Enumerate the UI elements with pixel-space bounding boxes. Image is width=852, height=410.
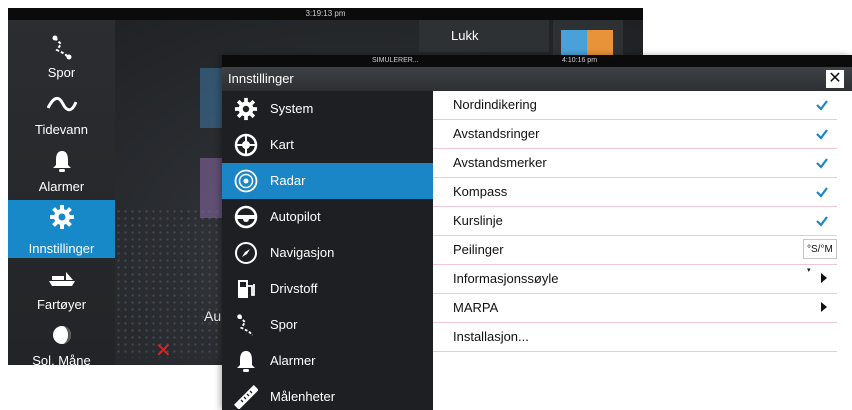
setting-label: Peilinger	[453, 242, 504, 257]
setting-label: Avstandsmerker	[453, 155, 547, 170]
setting-row-peilinger[interactable]: Peilinger °S/°M ▾	[433, 236, 837, 274]
tide-icon	[8, 91, 115, 117]
close-icon[interactable]: ✕	[826, 70, 844, 88]
close-x-icon[interactable]: ✕	[155, 338, 172, 363]
dialog-status-bar: SIMULERER... 4:10:16 pm	[222, 55, 852, 67]
menu-item-label: Navigasjon	[270, 245, 335, 260]
track-icon	[234, 313, 258, 337]
sidebar-item-fartoyer[interactable]: Fartøyer	[8, 262, 115, 314]
sidebar-item-tidevann[interactable]: Tidevann	[8, 87, 115, 139]
sidebar-item-label: Spor	[47, 65, 76, 80]
background-close-label: Lukk	[451, 28, 479, 43]
dialog-title-bar: Innstillinger ✕	[222, 67, 852, 91]
menu-item-kart[interactable]: Kart	[222, 127, 433, 163]
setting-label: Avstandsringer	[453, 126, 540, 141]
bell-icon	[8, 148, 115, 174]
menu-item-autopilot[interactable]: Autopilot	[222, 199, 433, 235]
submenu-arrow-icon	[821, 302, 827, 312]
setting-row-nordindikering[interactable]: Nordindikering	[433, 91, 837, 120]
checkbox-checked-icon[interactable]	[815, 156, 829, 170]
menu-item-label: Radar	[270, 173, 306, 188]
menu-item-label: Drivstoff	[270, 281, 318, 296]
submenu-arrow-icon	[821, 273, 827, 283]
menu-item-drivstoff[interactable]: Drivstoff	[222, 271, 433, 307]
sidebar-item-sol-mane[interactable]: Sol, Måne	[8, 318, 115, 365]
menu-item-system[interactable]: System	[222, 91, 433, 127]
setting-row-kompass[interactable]: Kompass	[433, 178, 837, 207]
menu-item-navigasjon[interactable]: Navigasjon	[222, 235, 433, 271]
background-partial-label: Au	[204, 308, 222, 324]
checkbox-checked-icon[interactable]	[815, 185, 829, 199]
gear-icon	[8, 204, 115, 230]
menu-item-malenheter[interactable]: Målenheter	[222, 379, 433, 410]
bearing-unit-select[interactable]: °S/°M ▾	[803, 239, 837, 274]
setting-label: Informasjonssøyle	[453, 271, 559, 286]
sun-moon-icon	[8, 322, 115, 348]
menu-item-label: Målenheter	[270, 389, 336, 404]
setting-row-avstandsmerker[interactable]: Avstandsmerker	[433, 149, 837, 178]
ruler-icon	[233, 384, 259, 410]
chart-tile-icon	[561, 30, 587, 58]
background-sidebar: Spor Tidevann Alarmer Innstillinger Fart…	[8, 20, 115, 365]
gear-icon	[234, 97, 258, 121]
setting-row-avstandsringer[interactable]: Avstandsringer	[433, 120, 837, 149]
menu-item-alarmer[interactable]: Alarmer	[222, 343, 433, 379]
select-value: °S/°M	[807, 244, 833, 255]
setting-row-kurslinje[interactable]: Kurslinje	[433, 207, 837, 236]
background-status-bar: 3:19:13 pm	[8, 8, 643, 20]
compass-icon	[234, 241, 258, 265]
setting-label: Installasjon...	[453, 329, 529, 344]
menu-item-label: Autopilot	[270, 209, 321, 224]
sidebar-item-label: Sol, Måne	[32, 353, 91, 365]
setting-row-informasjonssoyle[interactable]: Informasjonssøyle	[433, 265, 837, 294]
simulation-indicator: SIMULERER...	[372, 57, 419, 64]
setting-label: Kurslinje	[453, 213, 503, 228]
setting-label: Nordindikering	[453, 97, 537, 112]
sidebar-item-label: Tidevann	[35, 122, 88, 137]
sidebar-item-spor[interactable]: Spor	[8, 30, 115, 82]
background-app-tiles[interactable]	[553, 20, 623, 60]
background-status-time: 3:19:13 pm	[305, 9, 346, 18]
background-close-button[interactable]: Lukk	[419, 20, 549, 52]
menu-item-label: Spor	[270, 317, 298, 332]
dialog-status-time: 4:10:16 pm	[562, 57, 598, 64]
track-icon	[8, 34, 115, 60]
dialog-title: Innstillinger	[228, 71, 294, 86]
fuel-icon	[234, 277, 258, 301]
menu-item-radar[interactable]: Radar	[222, 163, 433, 199]
settings-menu: System Kart Radar Autopilot Navigasjon D…	[222, 91, 433, 410]
checkbox-checked-icon[interactable]	[815, 127, 829, 141]
setting-row-installasjon[interactable]: Installasjon...	[433, 323, 837, 352]
bell-icon	[234, 349, 258, 373]
setting-label: Kompass	[453, 184, 508, 199]
sidebar-item-label: Alarmer	[38, 179, 85, 194]
radar-settings-panel: Nordindikering Avstandsringer Avstandsme…	[433, 91, 852, 410]
checkbox-checked-icon[interactable]	[815, 98, 829, 112]
menu-item-label: System	[270, 101, 314, 116]
setting-label: MARPA	[453, 300, 499, 315]
menu-item-spor[interactable]: Spor	[222, 307, 433, 343]
vessels-icon	[8, 266, 115, 292]
radar-icon	[234, 169, 258, 193]
sidebar-item-label: Innstillinger	[28, 241, 95, 256]
checkbox-checked-icon[interactable]	[815, 214, 829, 228]
menu-item-label: Alarmer	[270, 353, 316, 368]
menu-item-label: Kart	[270, 137, 294, 152]
sidebar-item-alarmer[interactable]: Alarmer	[8, 144, 115, 196]
sidebar-item-label: Fartøyer	[36, 297, 87, 312]
sidebar-item-innstillinger[interactable]: Innstillinger	[8, 200, 115, 258]
chart-icon	[234, 133, 258, 157]
settings-dialog: SIMULERER... 4:10:16 pm Innstillinger ✕ …	[222, 55, 852, 410]
setting-row-marpa[interactable]: MARPA	[433, 294, 837, 323]
settings-tile-icon	[587, 30, 613, 58]
helm-icon	[234, 205, 258, 229]
